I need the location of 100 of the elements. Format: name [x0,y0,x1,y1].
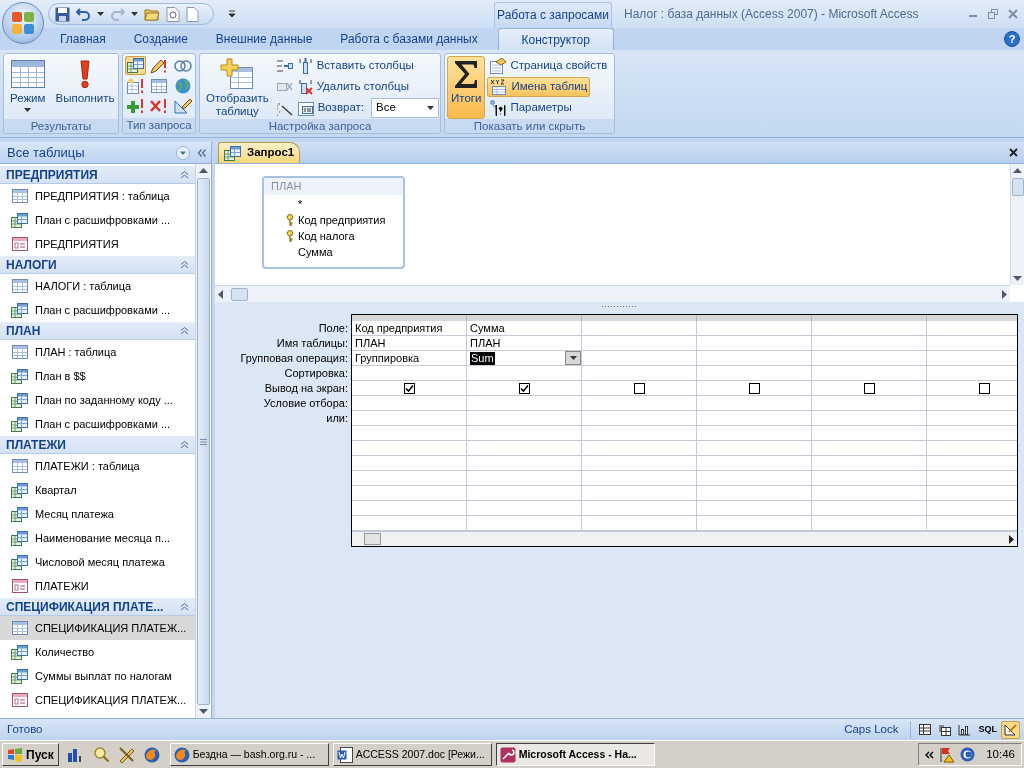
ribbon-tab[interactable]: Главная [46,28,120,50]
table-cell[interactable] [697,456,812,471]
scroll-right-icon[interactable] [1009,534,1014,544]
view-button[interactable]: SQL [975,720,1000,739]
customize-toolbar-icon[interactable] [228,10,236,18]
nav-item[interactable]: ПЛАН : таблица [0,340,195,364]
scrollbar-thumb[interactable] [1011,178,1024,196]
table-cell[interactable] [812,471,927,486]
ribbon-button[interactable]: Вставить столбцы [294,56,417,76]
dropdown-icon[interactable] [176,145,190,160]
ribbon-button[interactable]: Удалить столбцы [294,77,412,97]
table-cell[interactable] [352,441,467,456]
column-selector[interactable] [812,315,927,321]
start-button[interactable]: Пуск [2,743,59,766]
column-selector[interactable] [467,315,582,321]
checkbox[interactable] [403,382,415,394]
table-cell[interactable] [812,441,927,456]
field-item[interactable]: * [281,196,303,212]
table-cell[interactable] [467,441,582,456]
table-cell[interactable] [467,486,582,501]
ribbon-tab[interactable]: Создание [119,28,202,50]
ribbon-button[interactable]: Итоги [447,56,486,119]
table-cell[interactable] [582,501,697,516]
nav-item[interactable]: Квартал [0,478,195,502]
table-cell[interactable] [582,486,697,501]
table-cell[interactable]: ПЛАН [352,336,467,351]
restore-icon[interactable] [988,9,998,19]
checkbox[interactable] [633,382,645,394]
scroll-right-icon[interactable] [1002,289,1007,299]
scrollbar[interactable] [215,285,1010,302]
table-cell[interactable] [812,366,927,381]
redo-icon[interactable] [110,7,125,21]
nav-item[interactable]: Наименование месяца п... [0,526,195,550]
table-cell[interactable]: Код предприятия [352,321,467,336]
ribbon-button[interactable]: Выполнить [51,56,118,119]
table-cell[interactable] [467,396,582,411]
table-cell[interactable] [467,381,582,396]
scroll-down-icon[interactable] [1013,276,1022,281]
table-cell[interactable] [812,381,927,396]
ribbon-button[interactable]: Параметры [487,98,575,118]
table-cell[interactable] [697,426,812,441]
table-cell[interactable] [697,366,812,381]
scroll-up-icon[interactable] [198,168,208,173]
table-cell[interactable] [467,366,582,381]
table-cell[interactable] [352,396,467,411]
field-item[interactable]: Код предприятия [281,212,386,228]
help-button[interactable]: ? [1004,31,1020,47]
splitter-handle[interactable] [601,304,638,308]
table-cell[interactable] [352,456,467,471]
ribbon-button[interactable]: Режим [6,56,50,119]
nav-item[interactable]: Количество [0,640,195,664]
query-type-button[interactable] [148,76,170,95]
circle-icon[interactable] [960,747,976,762]
table-cell[interactable] [352,486,467,501]
query-type-button[interactable] [125,96,146,115]
table-cell[interactable] [812,396,927,411]
ribbon-button[interactable]: Страница свойств [487,56,611,76]
group-header[interactable]: СПЕЦИФИКАЦИЯ ПЛАТЕ... [0,598,195,616]
table-cell[interactable] [812,456,927,471]
table-cell[interactable] [582,366,697,381]
ribbon-button[interactable]: Имена таблиц [487,77,591,97]
scroll-left-icon[interactable] [218,289,223,299]
ribbon-tab[interactable]: Внешние данные [201,28,327,50]
checkbox[interactable] [863,382,875,394]
scrollbar[interactable] [352,531,1017,546]
table-cell[interactable] [812,486,927,501]
taskbar-button[interactable]: ACCESS 2007.doc [Режи... [332,743,492,766]
open-folder-icon[interactable] [144,7,160,21]
new-document-icon[interactable] [186,6,199,22]
nav-item[interactable]: ПРЕДПРИЯТИЯ [0,232,195,256]
table-cell[interactable] [582,396,697,411]
table-cell[interactable] [582,411,697,426]
table-cell[interactable] [582,381,697,396]
table-cell[interactable] [697,441,812,456]
table-cell[interactable] [582,351,697,366]
pencils-icon[interactable] [117,746,136,763]
table-cell[interactable]: Сумма [467,321,582,336]
column-selector[interactable] [582,315,697,321]
table-cell[interactable] [352,501,467,516]
nav-item[interactable]: СПЕЦИФИКАЦИЯ ПЛАТЕЖ... [0,616,195,640]
scroll-down-icon[interactable] [198,709,208,714]
table-cell[interactable] [352,471,467,486]
nav-item[interactable]: СПЕЦИФИКАЦИЯ ПЛАТЕЖ... [0,688,195,712]
nav-item[interactable]: Суммы выплат по налогам [0,664,195,688]
group-header[interactable]: ПРЕДПРИЯТИЯ [0,166,195,184]
checkbox[interactable] [978,382,990,394]
table-cell[interactable] [697,351,812,366]
table-cell[interactable] [697,411,812,426]
table-cell[interactable] [697,381,812,396]
document-tab[interactable]: Запрос1 [218,142,300,163]
nav-item[interactable]: НАЛОГИ : таблица [0,274,195,298]
nav-item[interactable]: План с расшифровками ... [0,298,195,322]
save-icon[interactable] [55,6,70,22]
table-cell[interactable] [812,501,927,516]
undo-icon[interactable] [76,7,91,21]
table-cell[interactable] [352,426,467,441]
table-cell[interactable] [467,471,582,486]
nav-item[interactable]: План с расшифровками ... [0,412,195,436]
query-type-button[interactable] [172,96,194,115]
column-selector[interactable] [927,315,1017,321]
